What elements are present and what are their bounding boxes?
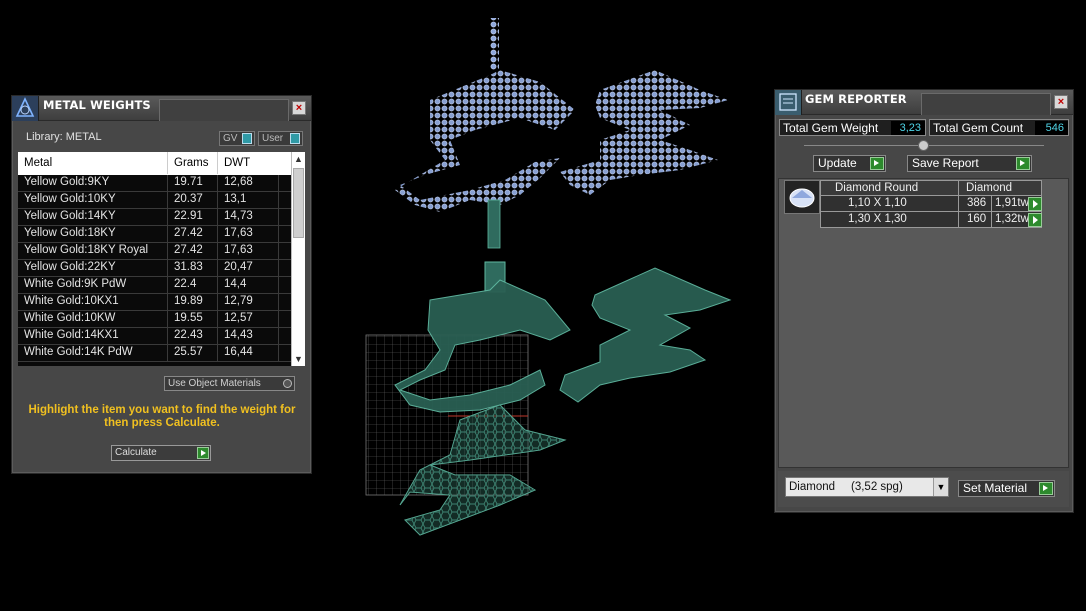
gem-table-header: Diamond Round Diamond bbox=[820, 180, 1042, 196]
metal-table-header: Metal Grams DWT bbox=[18, 152, 291, 174]
gem-shape-header: Diamond Round bbox=[835, 182, 919, 194]
toggle-knob-icon bbox=[290, 133, 300, 144]
metal-table-scrollbar[interactable]: ▲ ▼ bbox=[291, 152, 305, 366]
table-row[interactable]: Yellow Gold:14KY 22.91 14,73 bbox=[18, 209, 291, 226]
total-gem-count: Total Gem Count 546 bbox=[929, 119, 1069, 136]
material-select-value: Diamond (3,52 spg) bbox=[789, 481, 903, 493]
close-icon[interactable]: × bbox=[292, 101, 306, 115]
user-toggle[interactable]: User bbox=[258, 131, 303, 146]
metal-weights-title: METAL WEIGHTS bbox=[43, 98, 151, 112]
scroll-thumb[interactable] bbox=[293, 168, 304, 238]
total-gem-weight-label: Total Gem Weight bbox=[783, 121, 879, 135]
gem-pave-model bbox=[395, 18, 728, 249]
table-row[interactable]: 1,10 X 1,10 386 1,91tw bbox=[820, 196, 1042, 212]
play-icon bbox=[197, 447, 209, 459]
metal-weights-app-icon bbox=[12, 96, 39, 121]
play-icon bbox=[1016, 157, 1030, 170]
gem-reporter-app-icon bbox=[775, 90, 802, 115]
calculate-label: Calculate bbox=[115, 447, 157, 458]
instructions-text: Highlight the item you want to find the … bbox=[28, 404, 296, 429]
material-select[interactable]: Diamond (3,52 spg) ▼ bbox=[785, 477, 949, 497]
metal-table-rows: Yellow Gold:9KY 19.71 12,68 Yellow Gold:10… bbox=[18, 175, 291, 366]
calculate-button[interactable]: Calculate bbox=[111, 445, 211, 461]
gem-reporter-panel: GEM REPORTER × Total Gem Weight 3,23 Tot… bbox=[774, 89, 1074, 513]
update-label: Update bbox=[818, 156, 857, 170]
update-button[interactable]: Update bbox=[813, 155, 886, 172]
gem-reporter-titlebar[interactable]: GEM REPORTER × bbox=[775, 90, 1073, 115]
metal-weights-titlebar[interactable]: METAL WEIGHTS × bbox=[12, 96, 311, 121]
total-gem-weight: Total Gem Weight 3,23 bbox=[779, 119, 926, 136]
library-label: Library: METAL bbox=[26, 131, 102, 143]
column-header-grams[interactable]: Grams bbox=[174, 157, 209, 169]
table-row[interactable]: White Gold:14K PdW 25.57 16,44 bbox=[18, 345, 291, 362]
user-toggle-label: User bbox=[262, 133, 284, 144]
column-header-dwt[interactable]: DWT bbox=[224, 157, 250, 169]
use-object-materials-option[interactable]: Use Object Materials bbox=[164, 376, 295, 391]
chevron-down-icon[interactable]: ▼ bbox=[933, 478, 948, 496]
scroll-up-icon[interactable]: ▲ bbox=[292, 152, 305, 166]
save-report-button[interactable]: Save Report bbox=[907, 155, 1032, 172]
play-icon bbox=[1039, 482, 1053, 495]
diamond-round-thumbnail[interactable] bbox=[784, 180, 820, 214]
table-row[interactable]: Yellow Gold:22KY 31.83 20,47 bbox=[18, 260, 291, 277]
table-row[interactable]: Yellow Gold:18KY Royal 27.42 17,63 bbox=[18, 243, 291, 260]
table-row[interactable]: 1,30 X 1,30 160 1,32tw bbox=[820, 212, 1042, 228]
gem-table: Diamond Round Diamond 1,10 X 1,10 386 1,… bbox=[820, 180, 1042, 228]
total-gem-count-value: 546 bbox=[1035, 121, 1068, 135]
metal-mesh-model bbox=[394, 261, 732, 536]
scroll-down-icon[interactable]: ▼ bbox=[292, 352, 305, 366]
set-material-button[interactable]: Set Material bbox=[958, 480, 1055, 497]
total-gem-weight-value: 3,23 bbox=[891, 121, 925, 135]
table-row[interactable]: White Gold:9K PdW 22.4 14,4 bbox=[18, 277, 291, 294]
play-icon[interactable] bbox=[1028, 213, 1042, 227]
gv-toggle-label: GV bbox=[223, 133, 238, 144]
play-icon[interactable] bbox=[1028, 197, 1042, 211]
table-row[interactable]: Yellow Gold:9KY 19.71 12,68 bbox=[18, 175, 291, 192]
play-icon bbox=[870, 157, 884, 170]
toggle-knob-icon bbox=[242, 133, 252, 144]
table-row-partial[interactable] bbox=[18, 362, 291, 366]
gem-reporter-title: GEM REPORTER bbox=[805, 92, 907, 106]
table-row[interactable]: White Gold:10KW 19.55 12,57 bbox=[18, 311, 291, 328]
metal-weights-panel: METAL WEIGHTS × Library: METAL GV User M… bbox=[11, 95, 312, 474]
gv-toggle[interactable]: GV bbox=[219, 131, 255, 146]
gem-material-header: Diamond bbox=[966, 182, 1013, 194]
table-row[interactable]: Yellow Gold:18KY 27.42 17,63 bbox=[18, 226, 291, 243]
splitter-knob-icon[interactable] bbox=[918, 140, 929, 151]
column-header-metal[interactable]: Metal bbox=[24, 157, 52, 169]
metal-table: Metal Grams DWT Yellow Gold:9KY 19.71 12,6… bbox=[18, 152, 305, 366]
set-material-label: Set Material bbox=[963, 481, 1028, 495]
use-object-materials-label: Use Object Materials bbox=[168, 378, 261, 389]
radio-icon[interactable] bbox=[283, 379, 292, 388]
table-row[interactable]: White Gold:14KX1 22.43 14,43 bbox=[18, 328, 291, 345]
save-report-label: Save Report bbox=[912, 156, 979, 170]
close-icon[interactable]: × bbox=[1054, 95, 1068, 109]
table-row[interactable]: White Gold:10KX1 19.89 12,79 bbox=[18, 294, 291, 311]
total-gem-count-label: Total Gem Count bbox=[933, 121, 1024, 135]
table-row[interactable]: Yellow Gold:10KY 20.37 13,1 bbox=[18, 192, 291, 209]
